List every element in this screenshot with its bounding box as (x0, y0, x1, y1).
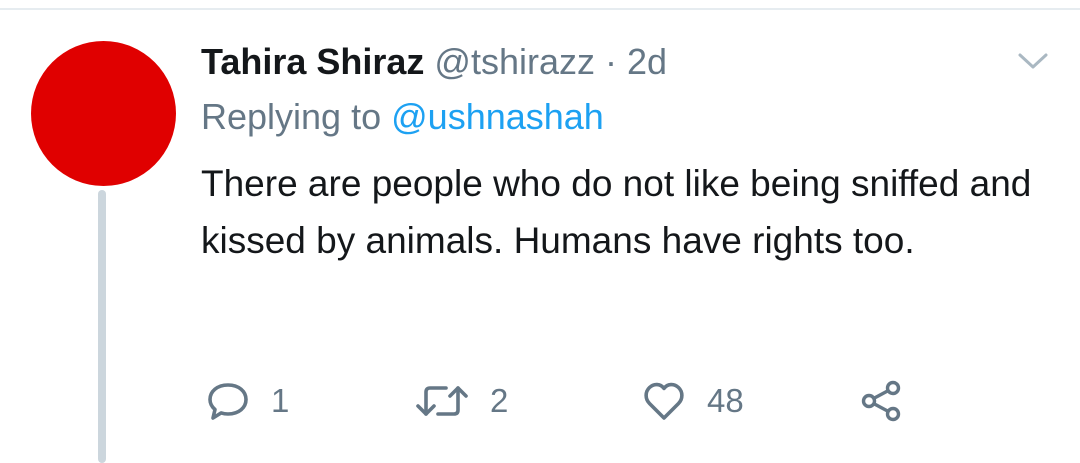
tweet-header: Tahira Shiraz @tshirazz · 2d (201, 38, 667, 86)
separator-dot: · (605, 41, 618, 82)
reply-count: 1 (271, 382, 290, 419)
avatar[interactable] (31, 41, 176, 186)
tweet-menu-button[interactable] (1016, 48, 1050, 74)
like-button[interactable]: 48 (641, 376, 744, 426)
chevron-down-icon (1018, 53, 1048, 69)
replying-to-label: Replying to (201, 96, 382, 137)
retweet-button[interactable]: 2 (414, 376, 508, 426)
tweet-text: There are people who do not like being s… (201, 163, 1032, 261)
display-name[interactable]: Tahira Shiraz (201, 41, 424, 82)
reply-button[interactable]: 1 (205, 376, 289, 426)
reply-icon (208, 383, 248, 420)
top-divider (0, 8, 1080, 10)
like-count: 48 (707, 382, 744, 419)
user-handle[interactable]: @tshirazz (434, 41, 595, 82)
replying-to-line: Replying to @ushnashah (201, 93, 604, 141)
share-button[interactable] (858, 376, 904, 426)
timestamp[interactable]: 2d (627, 41, 667, 82)
retweet-icon (416, 386, 468, 416)
replying-to-handle[interactable]: @ushnashah (391, 96, 604, 137)
heart-icon (644, 382, 684, 420)
retweet-count: 2 (490, 382, 509, 419)
thread-line (98, 190, 106, 463)
share-icon (861, 380, 901, 422)
